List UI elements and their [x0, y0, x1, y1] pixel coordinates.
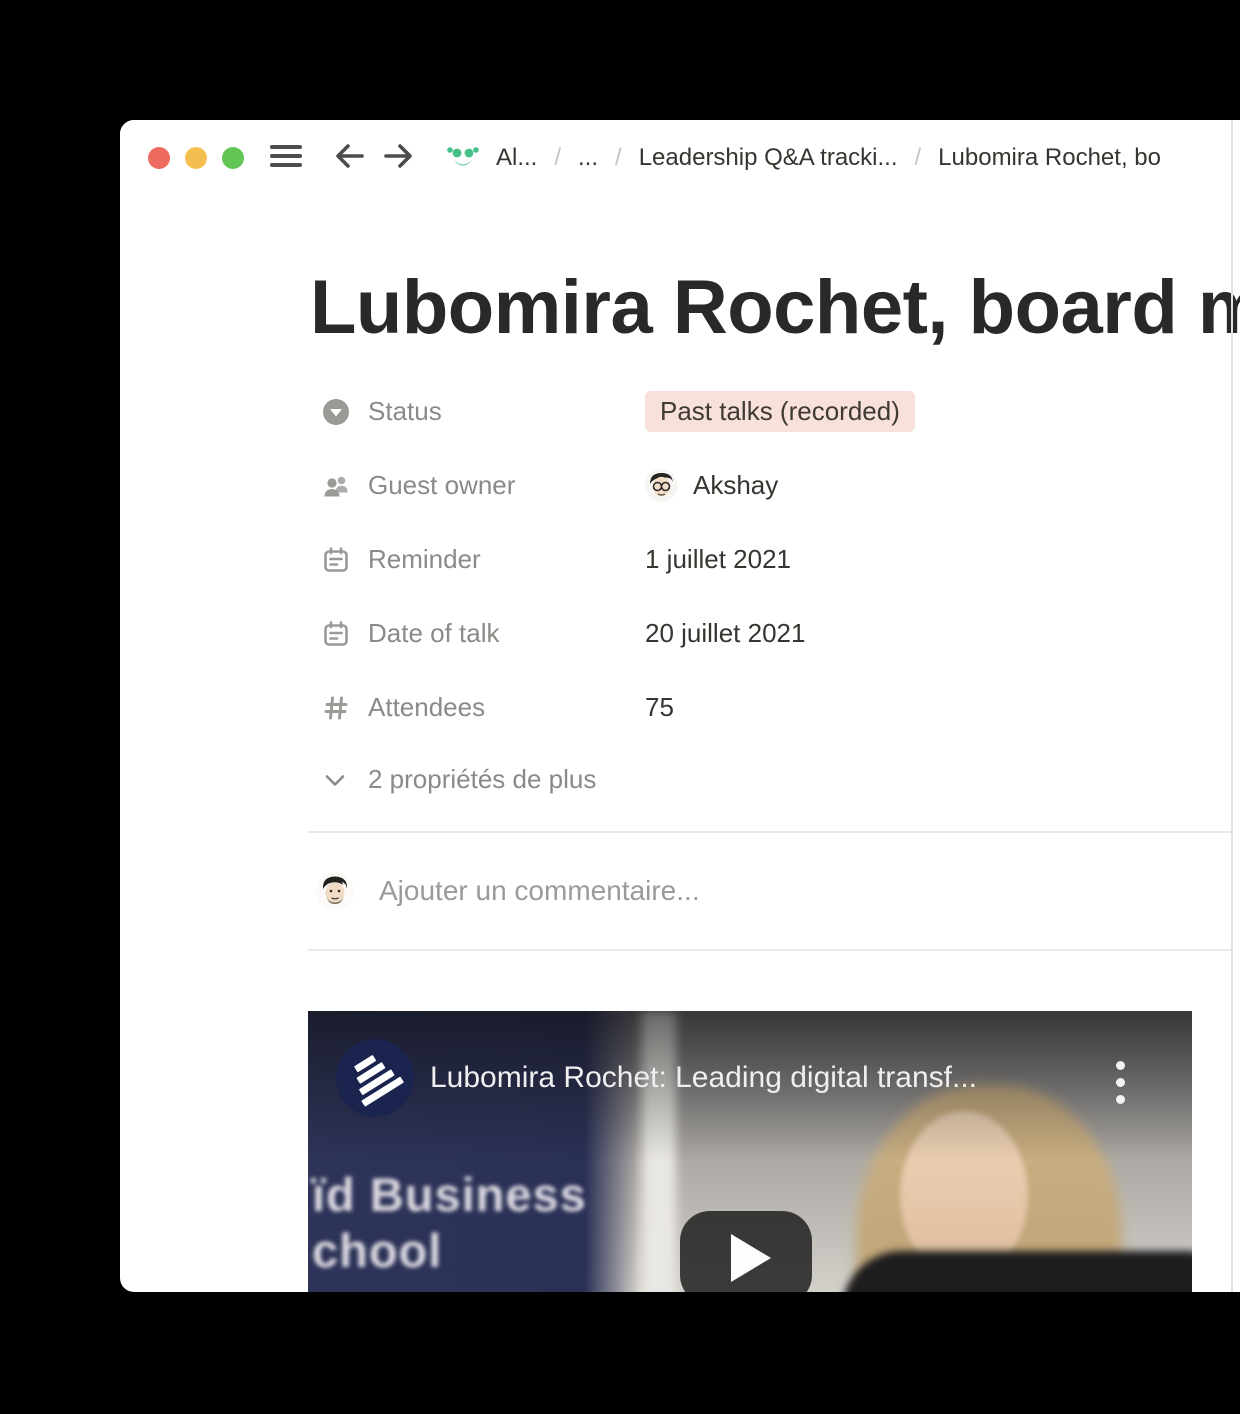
select-icon: [322, 398, 350, 426]
property-label-text: Guest owner: [368, 470, 516, 501]
property-label-text: Status: [368, 396, 442, 427]
breadcrumb-collapsed[interactable]: ...: [578, 144, 598, 172]
property-label-text: Date of talk: [368, 618, 500, 649]
property-value-date-of-talk[interactable]: 20 juillet 2021: [645, 618, 805, 649]
youtube-video-embed[interactable]: ïd Business chool Lubomira Rochet: Leadi…: [308, 1010, 1192, 1292]
breadcrumb-separator: /: [554, 144, 562, 171]
breadcrumb-current-page[interactable]: Lubomira Rochet, bo: [938, 144, 1161, 172]
property-row-status: Status Past talks (recorded): [308, 375, 1232, 449]
video-title[interactable]: Lubomira Rochet: Leading digital transf.…: [430, 1061, 977, 1095]
more-properties-toggle[interactable]: 2 propriétés de plus: [308, 745, 1232, 815]
property-label-reminder[interactable]: Reminder: [308, 544, 645, 575]
hamburger-icon: [268, 140, 304, 177]
video-more-options-icon[interactable]: [1112, 1057, 1129, 1108]
forward-button[interactable]: [382, 139, 416, 178]
calendar-icon: [322, 546, 350, 574]
comment-row: Ajouter un commentaire...: [308, 833, 1232, 949]
page-content: Lubomira Rochet, board m Status Past tal…: [308, 267, 1240, 1292]
page-title[interactable]: Lubomira Rochet, board m: [310, 267, 1240, 349]
date-value: 1 juillet 2021: [645, 544, 791, 575]
titlebar: Al... / ... / Leadership Q&A tracki... /…: [120, 120, 1240, 196]
zoom-window-button[interactable]: [222, 147, 244, 169]
calendar-icon: [322, 620, 350, 648]
property-label-text: Attendees: [368, 692, 486, 723]
scrollbar-track[interactable]: [1231, 120, 1233, 1292]
property-value-status[interactable]: Past talks (recorded): [645, 391, 915, 433]
close-window-button[interactable]: [148, 147, 170, 169]
breadcrumb-separator: /: [914, 144, 922, 171]
breadcrumb-workspace[interactable]: Al...: [496, 144, 537, 172]
avatar-akshay: [645, 469, 678, 503]
section-divider: [308, 948, 1232, 951]
avatar-current-user: [316, 871, 354, 910]
breadcrumb-database[interactable]: Leadership Q&A tracki...: [639, 144, 898, 172]
property-row-guest-owner: Guest owner Akshay: [308, 449, 1232, 523]
number-value: 75: [645, 692, 674, 723]
chevron-down-icon: [322, 767, 348, 793]
property-row-date-of-talk: Date of talk 20 juillet 2021: [308, 597, 1232, 671]
property-label-date-of-talk[interactable]: Date of talk: [308, 618, 645, 649]
property-value-attendees[interactable]: 75: [645, 692, 674, 723]
hash-icon: [322, 694, 350, 722]
workspace-icon[interactable]: [444, 141, 482, 175]
play-button[interactable]: [680, 1210, 812, 1292]
status-tag[interactable]: Past talks (recorded): [645, 391, 915, 433]
more-properties-label: 2 propriétés de plus: [368, 764, 597, 795]
property-value-reminder[interactable]: 1 juillet 2021: [645, 544, 791, 575]
property-label-guest-owner[interactable]: Guest owner: [308, 470, 645, 501]
video-banner-text: ïd Business chool: [312, 1167, 587, 1277]
minimize-window-button[interactable]: [185, 147, 207, 169]
app-window: Al... / ... / Leadership Q&A tracki... /…: [120, 120, 1240, 1292]
property-value-guest-owner[interactable]: Akshay: [645, 469, 779, 503]
back-button[interactable]: [332, 139, 366, 178]
add-comment-input[interactable]: Ajouter un commentaire...: [379, 875, 700, 907]
property-row-attendees: Attendees 75: [308, 671, 1232, 745]
breadcrumb: Al... / ... / Leadership Q&A tracki... /…: [496, 144, 1240, 172]
play-icon: [731, 1233, 771, 1282]
arrow-right-icon: [382, 139, 416, 178]
sidebar-menu-button[interactable]: [268, 140, 304, 177]
video-speaker-body: [842, 1250, 1192, 1292]
property-row-reminder: Reminder 1 juillet 2021: [308, 523, 1232, 597]
property-label-status[interactable]: Status: [308, 396, 645, 427]
channel-logo-icon[interactable]: [336, 1038, 414, 1117]
arrow-left-icon: [332, 139, 366, 178]
date-value: 20 juillet 2021: [645, 618, 806, 649]
people-icon: [322, 472, 350, 500]
property-label-text: Reminder: [368, 544, 481, 575]
traffic-lights: [148, 147, 244, 169]
property-label-attendees[interactable]: Attendees: [308, 692, 645, 723]
person-name: Akshay: [693, 470, 779, 501]
properties-list: Status Past talks (recorded) Guest owner…: [308, 375, 1232, 815]
breadcrumb-separator: /: [615, 144, 622, 171]
